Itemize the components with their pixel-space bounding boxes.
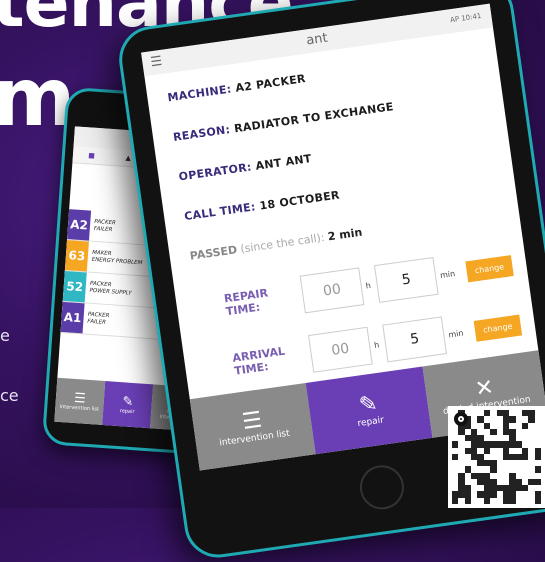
arrival-hours-field[interactable]: 00 bbox=[308, 326, 373, 373]
machine-badge: 63 bbox=[64, 240, 89, 272]
close-icon: ✕ bbox=[473, 374, 496, 402]
tablet-screen: ☰ ant AP 10:41 MACHINE: A2 PACKER REASON… bbox=[141, 3, 545, 471]
change-arrival-time-button[interactable]: change bbox=[473, 314, 522, 342]
machine-badge: A1 bbox=[60, 301, 85, 334]
button-label: intervention list bbox=[59, 403, 100, 413]
change-repair-time-button[interactable]: change bbox=[465, 254, 514, 282]
status-bar: AP 10:41 bbox=[449, 11, 482, 25]
repair-time-label: REPAIR TIME: bbox=[223, 286, 269, 319]
intervention-list-button[interactable]: ☰ intervention list bbox=[189, 382, 317, 471]
repair-minutes-field[interactable]: 5 bbox=[374, 256, 439, 303]
tablet-logo: ant bbox=[305, 30, 329, 49]
intervention-details: MACHINE: A2 PACKER REASON: RADIATOR TO E… bbox=[144, 27, 537, 390]
qr-code[interactable] bbox=[448, 406, 545, 508]
repair-button[interactable]: ✎ repair bbox=[102, 381, 154, 429]
phone-tab-2[interactable]: ▲ bbox=[125, 154, 131, 162]
side-text-2: ce bbox=[0, 386, 19, 405]
phone-tab-1[interactable]: ■ bbox=[88, 151, 95, 159]
wrench-icon: ✎ bbox=[121, 393, 134, 410]
side-text-1: e bbox=[0, 326, 10, 345]
list-icon: ☰ bbox=[73, 390, 87, 407]
arrival-minutes-field[interactable]: 5 bbox=[382, 316, 448, 363]
tablet-home-button[interactable] bbox=[357, 462, 407, 513]
machine-badge: 52 bbox=[62, 270, 87, 303]
qr-logo-icon bbox=[454, 412, 468, 426]
repair-hours-field[interactable]: 00 bbox=[299, 267, 365, 314]
list-icon: ☰ bbox=[240, 407, 264, 435]
intervention-list-button[interactable]: ☰ intervention list bbox=[54, 377, 106, 425]
hamburger-menu-icon[interactable]: ☰ bbox=[150, 54, 164, 70]
button-label: repair bbox=[356, 415, 385, 429]
arrival-time-label: ARRIVAL TIME: bbox=[231, 344, 286, 378]
button-label: repair bbox=[119, 407, 135, 415]
machine-badge: A2 bbox=[67, 209, 92, 241]
repair-button[interactable]: ✎ repair bbox=[305, 366, 433, 455]
wrench-icon: ✎ bbox=[357, 390, 380, 419]
